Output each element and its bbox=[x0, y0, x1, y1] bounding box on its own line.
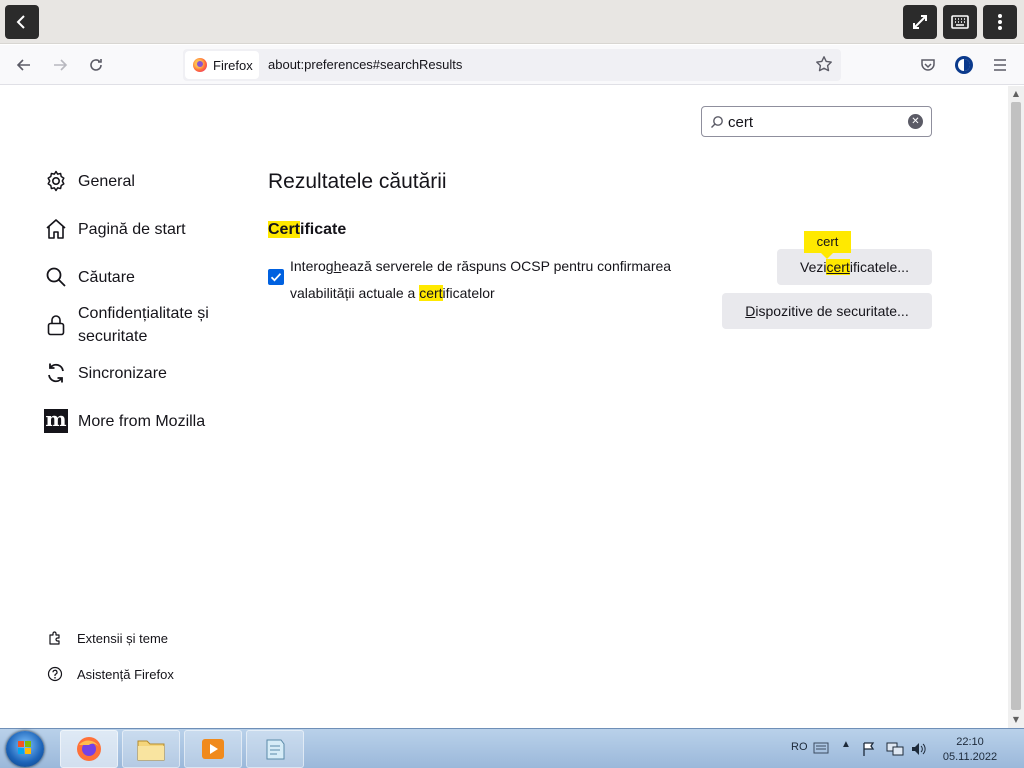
firefox-support-link[interactable]: Asistență Firefox bbox=[46, 666, 174, 682]
mozilla-icon: m bbox=[44, 407, 68, 433]
more-menu-button[interactable] bbox=[983, 5, 1017, 39]
page-title: Rezultatele căutării bbox=[268, 170, 447, 193]
taskbar-media-player[interactable] bbox=[184, 730, 242, 768]
language-indicator[interactable]: RO bbox=[791, 741, 808, 753]
expand-icon bbox=[913, 15, 927, 29]
system-clock[interactable]: 22:10 05.11.2022 bbox=[940, 735, 1000, 765]
reload-icon bbox=[90, 59, 102, 71]
vertical-scrollbar[interactable]: ▲ ▼ bbox=[1008, 86, 1024, 728]
button-label-part: ispozitive de securitate... bbox=[755, 303, 909, 319]
bookmark-star-icon[interactable] bbox=[815, 55, 833, 77]
scroll-up-icon[interactable]: ▲ bbox=[1011, 89, 1021, 99]
start-button[interactable] bbox=[6, 731, 44, 767]
url-text[interactable]: about:preferences#searchResults bbox=[268, 57, 462, 72]
home-icon bbox=[44, 217, 68, 241]
extensions-themes-link[interactable]: Extensii și teme bbox=[46, 630, 168, 646]
forward-nav-button[interactable] bbox=[48, 53, 72, 77]
keyboard-tray-icon[interactable] bbox=[813, 742, 829, 754]
ocsp-checkbox[interactable] bbox=[268, 269, 284, 285]
session-toolbar bbox=[0, 0, 1024, 44]
label-part: Interog bbox=[290, 258, 334, 274]
app-menu-button[interactable] bbox=[988, 53, 1012, 77]
back-nav-button[interactable] bbox=[12, 53, 36, 77]
sidebar-item-search[interactable]: Căutare bbox=[44, 265, 135, 289]
browser-navbar: Firefox about:preferences#searchResults bbox=[0, 45, 1024, 85]
sidebar-item-home[interactable]: Pagină de start bbox=[44, 217, 186, 241]
back-button[interactable] bbox=[5, 5, 39, 39]
sidebar-item-label: Căutare bbox=[78, 269, 135, 286]
sidebar-item-label: Confidențialitate și securitate bbox=[78, 305, 209, 345]
security-devices-button[interactable]: Dispozitive de securitate... bbox=[722, 293, 932, 329]
media-player-icon bbox=[202, 739, 224, 759]
section-title-rest: ificate bbox=[300, 221, 347, 238]
firefox-icon bbox=[77, 737, 101, 761]
accesskey: D bbox=[745, 303, 756, 319]
clock-time: 22:10 bbox=[956, 736, 984, 748]
show-hidden-icons-icon[interactable]: ▲ bbox=[841, 739, 851, 750]
help-icon bbox=[46, 666, 64, 682]
puzzle-icon bbox=[46, 630, 64, 646]
sidebar-item-sync[interactable]: Sincronizare bbox=[44, 361, 167, 385]
scroll-down-icon[interactable]: ▼ bbox=[1011, 715, 1021, 725]
footer-link-label: Extensii și teme bbox=[77, 630, 169, 646]
search-icon bbox=[44, 265, 68, 289]
vertical-dots-icon bbox=[998, 14, 1002, 30]
arrow-right-icon bbox=[54, 59, 68, 71]
taskbar-file-explorer[interactable] bbox=[122, 730, 180, 768]
sync-icon bbox=[44, 361, 68, 385]
reload-button[interactable] bbox=[84, 53, 108, 77]
pocket-button[interactable] bbox=[916, 53, 940, 77]
sidebar-item-label: Pagină de start bbox=[78, 221, 186, 238]
identity-label: Firefox bbox=[213, 57, 253, 73]
search-highlight: cert bbox=[826, 259, 850, 275]
label-part: ificatelor bbox=[442, 285, 495, 301]
sidebar-item-label: General bbox=[78, 173, 135, 190]
section-title-certificates: Certificate bbox=[268, 221, 346, 239]
sidebar-item-label: More from Mozilla bbox=[78, 413, 206, 430]
preferences-page: ✕ General Pagină de start Căutare Confid… bbox=[0, 86, 1008, 728]
firefox-logo-icon bbox=[193, 58, 207, 72]
fullscreen-button[interactable] bbox=[903, 5, 937, 39]
lock-icon bbox=[44, 313, 68, 337]
account-button[interactable] bbox=[952, 53, 976, 77]
clock-date: 05.11.2022 bbox=[942, 751, 998, 763]
taskbar-firefox[interactable] bbox=[60, 730, 118, 768]
pocket-icon bbox=[921, 59, 935, 71]
search-match-tooltip: cert bbox=[804, 231, 851, 259]
arrow-left-icon bbox=[16, 59, 30, 71]
checkmark-icon bbox=[270, 273, 282, 282]
taskbar-notepad[interactable] bbox=[246, 730, 304, 768]
sidebar-item-label: Sincronizare bbox=[78, 365, 167, 382]
preferences-search[interactable]: ✕ bbox=[701, 106, 932, 137]
volume-icon[interactable] bbox=[910, 741, 928, 757]
ocsp-checkbox-label[interactable]: Interoghează serverele de răspuns OCSP p… bbox=[290, 253, 700, 307]
identity-box[interactable]: Firefox bbox=[185, 51, 259, 79]
view-certificates-button[interactable]: Vezi cert ificatele... bbox=[777, 249, 932, 285]
action-center-flag-icon[interactable] bbox=[861, 741, 877, 757]
folder-icon bbox=[137, 740, 165, 761]
sidebar-item-privacy[interactable]: Confidențialitate și securitate bbox=[44, 301, 234, 348]
sidebar-item-general[interactable]: General bbox=[44, 169, 135, 193]
url-bar[interactable]: Firefox about:preferences#searchResults bbox=[183, 49, 841, 81]
button-label-part: ificatele... bbox=[849, 259, 909, 275]
search-highlight: Cert bbox=[268, 221, 301, 238]
keyboard-button[interactable] bbox=[943, 5, 977, 39]
gear-icon bbox=[44, 169, 68, 193]
search-input[interactable] bbox=[728, 113, 898, 131]
windows-logo-icon bbox=[18, 741, 31, 754]
search-highlight: cert bbox=[419, 285, 443, 301]
search-icon bbox=[710, 114, 724, 133]
hamburger-icon bbox=[994, 59, 1006, 71]
clear-search-icon[interactable]: ✕ bbox=[908, 114, 923, 129]
notepad-icon bbox=[266, 739, 285, 760]
scroll-thumb[interactable] bbox=[1011, 102, 1021, 710]
chevron-left-icon bbox=[16, 15, 25, 29]
sidebar-item-more-from-mozilla[interactable]: m More from Mozilla bbox=[44, 409, 205, 433]
windows-taskbar: RO ▲ 22:10 05.11.2022 bbox=[0, 728, 1024, 768]
network-icon[interactable] bbox=[886, 741, 904, 757]
button-label-part: Vezi bbox=[800, 259, 827, 275]
keyboard-icon bbox=[951, 15, 969, 29]
footer-link-label: Asistență Firefox bbox=[77, 666, 174, 682]
account-avatar-icon bbox=[955, 56, 973, 74]
